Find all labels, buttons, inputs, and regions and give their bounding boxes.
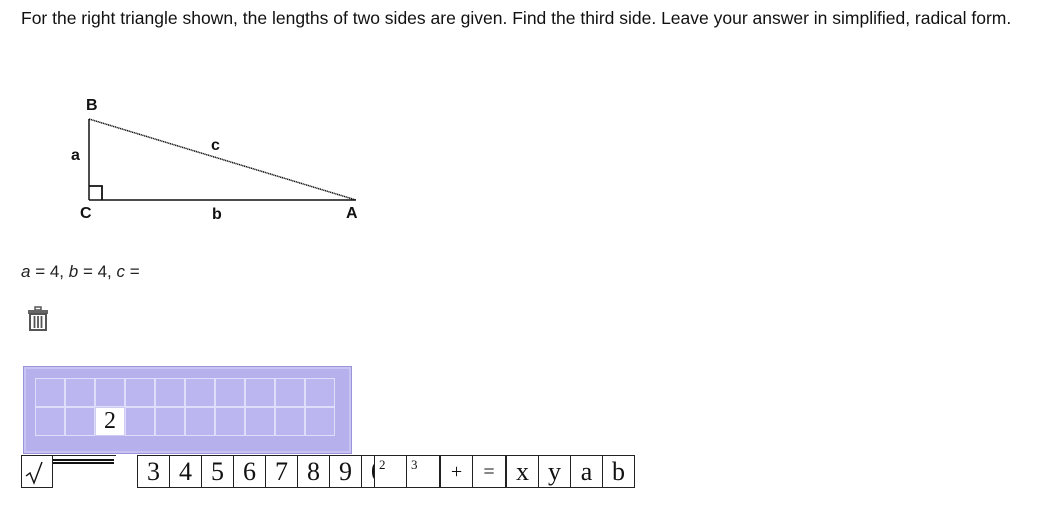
value-b: = 4, xyxy=(78,262,117,281)
right-angle-marker xyxy=(89,185,103,200)
answer-cell[interactable] xyxy=(215,378,245,407)
variable-button-b[interactable]: b xyxy=(602,455,635,488)
answer-cell[interactable] xyxy=(275,407,305,436)
answer-cell[interactable] xyxy=(275,378,305,407)
radical-template-button[interactable] xyxy=(53,455,116,488)
digit-button-3[interactable]: 3 xyxy=(137,455,170,488)
value-c: = xyxy=(125,262,140,281)
answer-cell[interactable] xyxy=(185,407,215,436)
digit-button-8[interactable]: 8 xyxy=(297,455,330,488)
plus-button[interactable]: + xyxy=(440,455,473,488)
cubed-button[interactable]: 3 xyxy=(407,455,440,488)
answer-cell[interactable] xyxy=(305,378,335,407)
digit-button-7[interactable]: 7 xyxy=(265,455,298,488)
cubed-label: 3 xyxy=(411,457,418,472)
side-label-a: a xyxy=(71,147,80,164)
side-label-b: b xyxy=(212,206,222,223)
square-root-icon xyxy=(25,461,43,485)
answer-cell[interactable] xyxy=(245,378,275,407)
vertex-label-a: A xyxy=(346,205,358,222)
answer-cell[interactable] xyxy=(155,378,185,407)
answer-cell-active[interactable]: 2 xyxy=(95,407,125,436)
answer-cell[interactable] xyxy=(35,407,65,436)
equals-button[interactable]: = xyxy=(473,455,506,488)
variable-button-x[interactable]: x xyxy=(506,455,539,488)
answer-cell[interactable] xyxy=(185,378,215,407)
equals-label: = xyxy=(483,461,495,483)
answer-cell[interactable] xyxy=(125,378,155,407)
digit-button-9[interactable]: 9 xyxy=(329,455,362,488)
variable-button-a[interactable]: a xyxy=(570,455,603,488)
var-c: c xyxy=(116,262,126,281)
side-label-c: c xyxy=(211,137,220,154)
value-a: = 4, xyxy=(30,262,69,281)
answer-grid: 2 xyxy=(35,378,335,436)
answer-cell[interactable] xyxy=(155,407,185,436)
answer-cell[interactable] xyxy=(125,407,155,436)
var-b: b xyxy=(68,262,79,281)
question-text: For the right triangle shown, the length… xyxy=(21,8,1012,28)
answer-cell[interactable] xyxy=(215,407,245,436)
answer-cell[interactable] xyxy=(95,378,125,407)
plus-label: + xyxy=(450,461,463,483)
square-root-button[interactable] xyxy=(21,455,53,488)
answer-cell[interactable] xyxy=(65,407,95,436)
vertex-label-b: B xyxy=(86,97,98,114)
hypotenuse-c-line xyxy=(88,118,357,201)
trash-icon[interactable] xyxy=(27,306,49,332)
squared-label: 2 xyxy=(379,457,386,472)
digit-button-5[interactable]: 5 xyxy=(201,455,234,488)
squared-button[interactable]: 2 xyxy=(374,455,407,488)
digit-button-4[interactable]: 4 xyxy=(169,455,202,488)
digit-button-6[interactable]: 6 xyxy=(233,455,266,488)
answer-cell[interactable] xyxy=(245,407,275,436)
vertex-label-c: C xyxy=(80,205,92,222)
given-values: a = 4, b = 4, c = xyxy=(21,262,140,282)
variable-button-y[interactable]: y xyxy=(538,455,571,488)
answer-editor: 2 xyxy=(23,366,352,454)
triangle-figure: B C A a b c xyxy=(60,90,380,230)
answer-cell[interactable] xyxy=(65,378,95,407)
answer-cell[interactable] xyxy=(35,378,65,407)
answer-cell[interactable] xyxy=(305,407,335,436)
